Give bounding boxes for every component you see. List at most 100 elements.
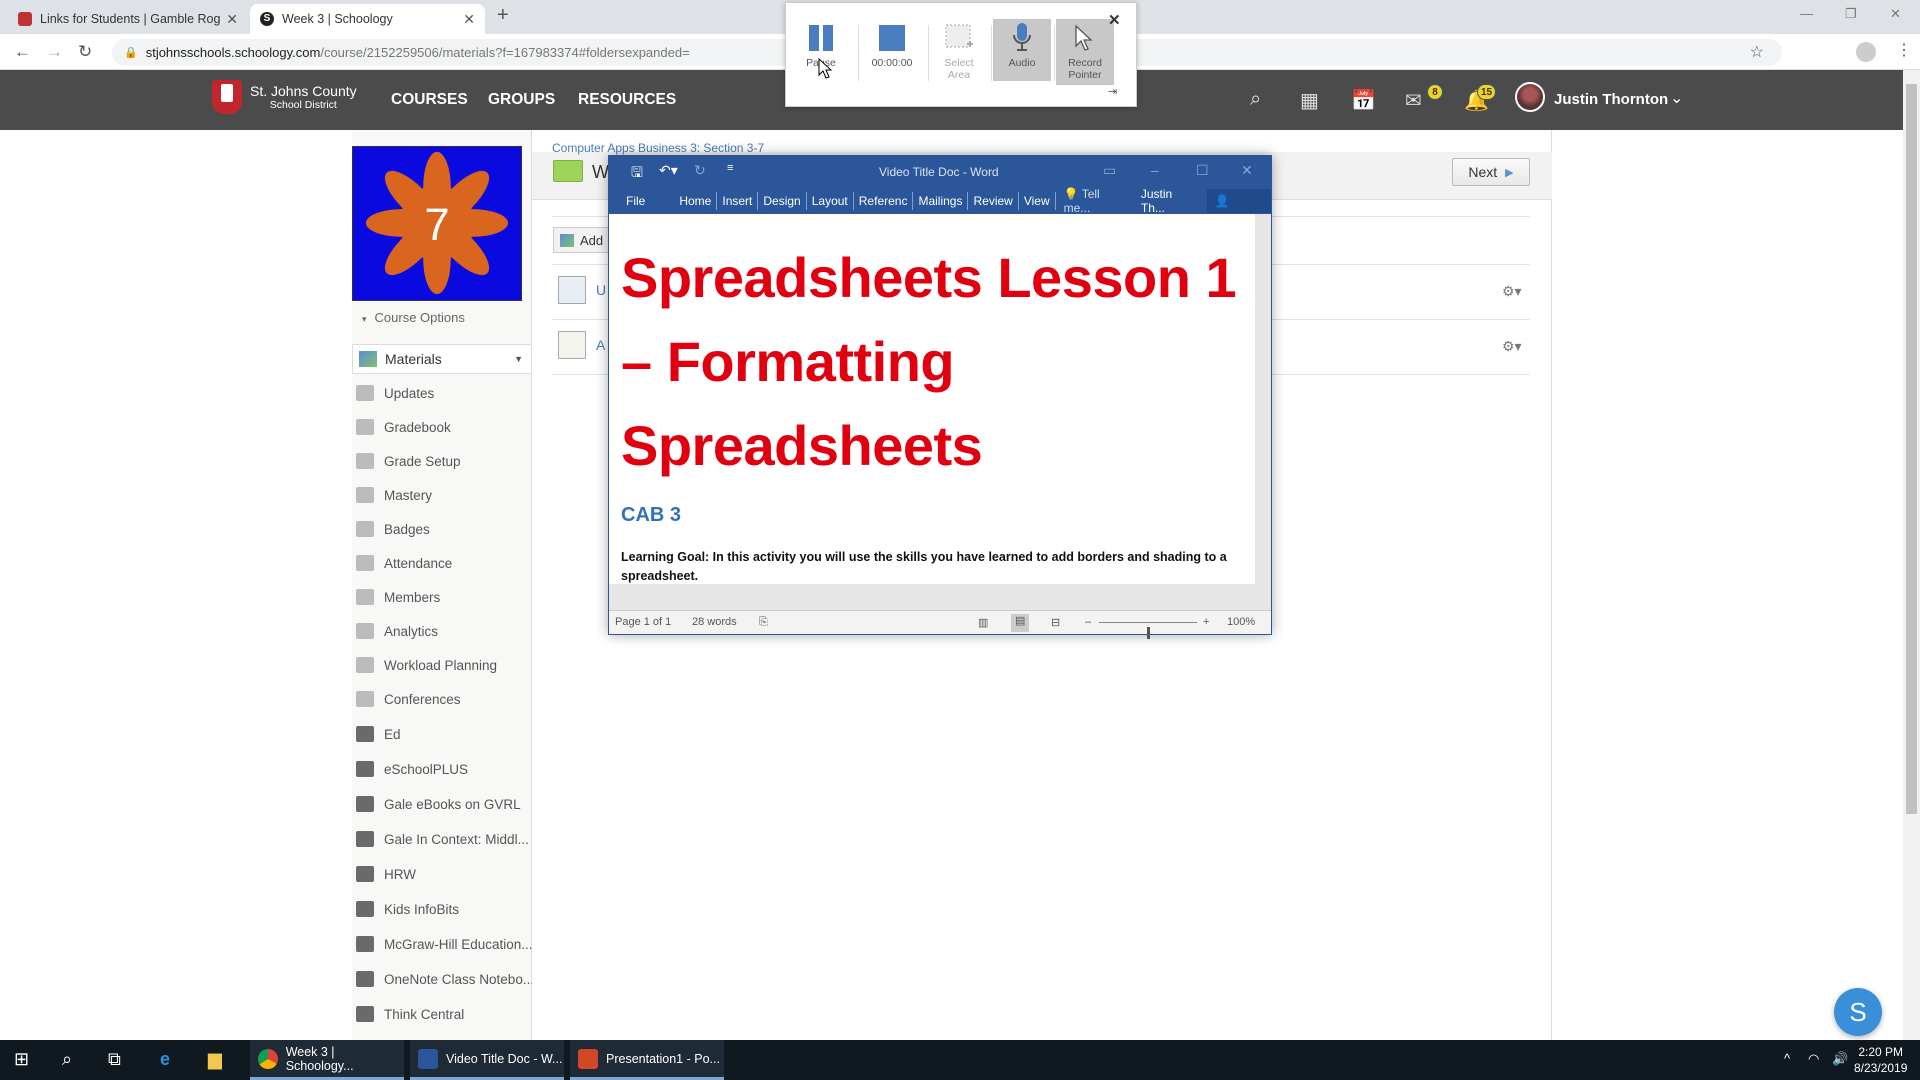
sidebar-item-mcgraw-hill-education[interactable]: McGraw-Hill Education... <box>356 933 533 955</box>
forward-button[interactable]: → <box>46 42 63 62</box>
chevron-down-icon[interactable]: ⌄ <box>1670 88 1683 108</box>
restore-window-button[interactable]: ❐ <box>1845 6 1857 22</box>
profile-avatar-icon[interactable] <box>1856 42 1876 62</box>
course-profile-image[interactable]: 7 <box>352 146 522 301</box>
tab-links-for-students[interactable]: Links for Students | Gamble Rog ✕ <box>8 4 248 34</box>
sidebar-item-badges[interactable]: Badges <box>356 518 430 540</box>
word-count[interactable]: 28 words <box>692 616 737 628</box>
minimize-window-button[interactable]: — <box>1800 6 1813 21</box>
proofing-icon[interactable]: ⎘ <box>759 616 768 629</box>
tab-layout[interactable]: Layout <box>807 192 854 210</box>
sidebar-item-workload-planning[interactable]: Workload Planning <box>356 654 497 676</box>
undo-icon[interactable]: ↶▾ <box>659 162 678 179</box>
page-scrollbar[interactable] <box>1903 70 1920 1040</box>
save-icon[interactable]: 🖫 <box>631 162 643 186</box>
nav-resources[interactable]: RESOURCES <box>578 91 676 109</box>
material-item-file[interactable]: A <box>558 331 605 359</box>
tab-design[interactable]: Design <box>758 192 807 210</box>
maximize-icon[interactable]: ☐ <box>1196 162 1209 179</box>
sidebar-item-gale-ebooks-on-gvrl[interactable]: Gale eBooks on GVRL <box>356 793 521 815</box>
tab-home[interactable]: Home <box>674 192 718 210</box>
bookmark-star-icon[interactable]: ☆ <box>1750 42 1764 62</box>
word-title-bar[interactable]: 🖫 ↶▾ ↻ ≡ Video Title Doc - Word ▭ – ☐ ✕ <box>609 156 1271 188</box>
sidebar-item-members[interactable]: Members <box>356 586 440 608</box>
new-tab-button[interactable]: + <box>497 4 509 27</box>
sidebar-item-grade-setup[interactable]: Grade Setup <box>356 450 461 472</box>
document-scrollbar[interactable] <box>1255 214 1271 584</box>
pin-icon[interactable]: ⇥ <box>1108 85 1117 98</box>
audio-toggle[interactable]: Audio <box>993 19 1051 81</box>
material-title[interactable]: U <box>596 282 606 298</box>
zoom-in-button[interactable]: + <box>1203 616 1209 628</box>
caret-down-icon[interactable]: ▼ <box>514 354 523 364</box>
task-view-icon[interactable]: ⧉ <box>108 1049 121 1070</box>
nav-courses[interactable]: COURSES <box>391 91 468 109</box>
next-button[interactable]: Next ▶ <box>1452 158 1530 186</box>
document-page[interactable]: Spreadsheets Lesson 1 – Formatting Sprea… <box>609 214 1255 584</box>
apps-grid-icon[interactable]: ▦ <box>1300 88 1319 113</box>
reload-button[interactable]: ↻ <box>78 42 92 62</box>
sidebar-item-gradebook[interactable]: Gradebook <box>356 416 451 438</box>
district-logo[interactable]: St. Johns County School District <box>212 80 357 114</box>
sidebar-item-updates[interactable]: Updates <box>356 382 434 404</box>
record-pointer-toggle[interactable]: Record Pointer <box>1056 19 1114 85</box>
user-name[interactable]: Justin Thornton <box>1554 91 1668 108</box>
minimize-icon[interactable]: – <box>1151 162 1159 178</box>
read-mode-icon[interactable]: ▥ <box>978 616 988 629</box>
page-scrollbar-thumb[interactable] <box>1906 84 1917 814</box>
tray-chevron-up-icon[interactable]: ^ <box>1784 1051 1790 1066</box>
word-user-name[interactable]: Justin Th... <box>1141 187 1197 215</box>
messages-envelope-icon[interactable]: ✉ <box>1405 88 1422 113</box>
add-materials-button[interactable]: Add <box>553 227 613 253</box>
file-explorer-icon[interactable]: ▆ <box>208 1049 222 1070</box>
close-icon[interactable]: ✕ <box>1241 162 1253 179</box>
chat-support-button[interactable]: S <box>1834 988 1882 1036</box>
zoom-out-button[interactable]: – <box>1085 616 1091 628</box>
sidebar-item-eschoolplus[interactable]: eSchoolPLUS <box>356 758 468 780</box>
sidebar-item-analytics[interactable]: Analytics <box>356 620 438 642</box>
tab-mailings[interactable]: Mailings <box>913 192 969 210</box>
chrome-menu-icon[interactable]: ⋮ <box>1896 40 1912 60</box>
stop-button[interactable]: 00:00:00 <box>860 19 924 81</box>
windows-start-icon[interactable]: ⊞ <box>14 1049 29 1070</box>
page-info[interactable]: Page 1 of 1 <box>615 616 671 628</box>
gear-icon[interactable]: ⚙▾ <box>1502 283 1522 300</box>
customize-toolbar-icon[interactable]: ≡ <box>727 162 733 174</box>
close-tab-icon[interactable]: ✕ <box>463 11 475 28</box>
material-item-assignment[interactable]: U <box>558 276 606 304</box>
select-area-button[interactable]: Select Area <box>930 19 988 81</box>
zoom-level[interactable]: 100% <box>1227 616 1255 628</box>
sidebar-item-hrw[interactable]: HRW <box>356 863 416 885</box>
tab-references[interactable]: Referenc <box>854 192 914 210</box>
search-icon[interactable]: ⌕ <box>62 1049 72 1070</box>
user-avatar[interactable] <box>1515 82 1545 112</box>
sidebar-item-conferences[interactable]: Conferences <box>356 688 461 710</box>
tab-view[interactable]: View <box>1019 192 1056 210</box>
gear-icon[interactable]: ⚙▾ <box>1502 338 1522 355</box>
close-tab-icon[interactable]: ✕ <box>226 11 238 28</box>
taskbar-app-word[interactable]: Video Title Doc - W... <box>410 1040 564 1080</box>
sidebar-item-mastery[interactable]: Mastery <box>356 484 432 506</box>
sidebar-item-onenote-class-notebo[interactable]: OneNote Class Notebo... <box>356 968 534 990</box>
material-title[interactable]: A <box>596 337 605 353</box>
document-title[interactable]: Spreadsheets Lesson 1 – Formatting Sprea… <box>621 236 1251 488</box>
print-layout-icon[interactable]: ▤ <box>1011 614 1030 632</box>
nav-groups[interactable]: GROUPS <box>488 91 555 109</box>
close-window-button[interactable]: ✕ <box>1890 6 1901 22</box>
close-icon[interactable]: ✕ <box>1108 11 1121 29</box>
taskbar-app-chrome[interactable]: Week 3 | Schoology... <box>250 1040 404 1080</box>
web-layout-icon[interactable]: ⊟ <box>1051 616 1060 629</box>
zoom-slider[interactable] <box>1099 622 1197 639</box>
learning-goal-text[interactable]: Learning Goal: In this activity you will… <box>621 548 1251 586</box>
zoom-slider-thumb[interactable] <box>1147 627 1150 639</box>
sidebar-item-think-central[interactable]: Think Central <box>356 1003 464 1025</box>
sidebar-item-kids-infobits[interactable]: Kids InfoBits <box>356 898 459 920</box>
back-button[interactable]: ← <box>14 42 31 62</box>
ribbon-display-icon[interactable]: ▭ <box>1103 162 1116 179</box>
calendar-icon[interactable]: 📅 <box>1351 88 1376 113</box>
tab-review[interactable]: Review <box>968 192 1019 210</box>
search-icon[interactable]: ⌕ <box>1250 88 1261 111</box>
volume-icon[interactable]: 🔊 <box>1832 1051 1848 1067</box>
breadcrumb[interactable]: Computer Apps Business 3: Section 3-7 <box>552 141 764 155</box>
tab-insert[interactable]: Insert <box>717 192 759 210</box>
